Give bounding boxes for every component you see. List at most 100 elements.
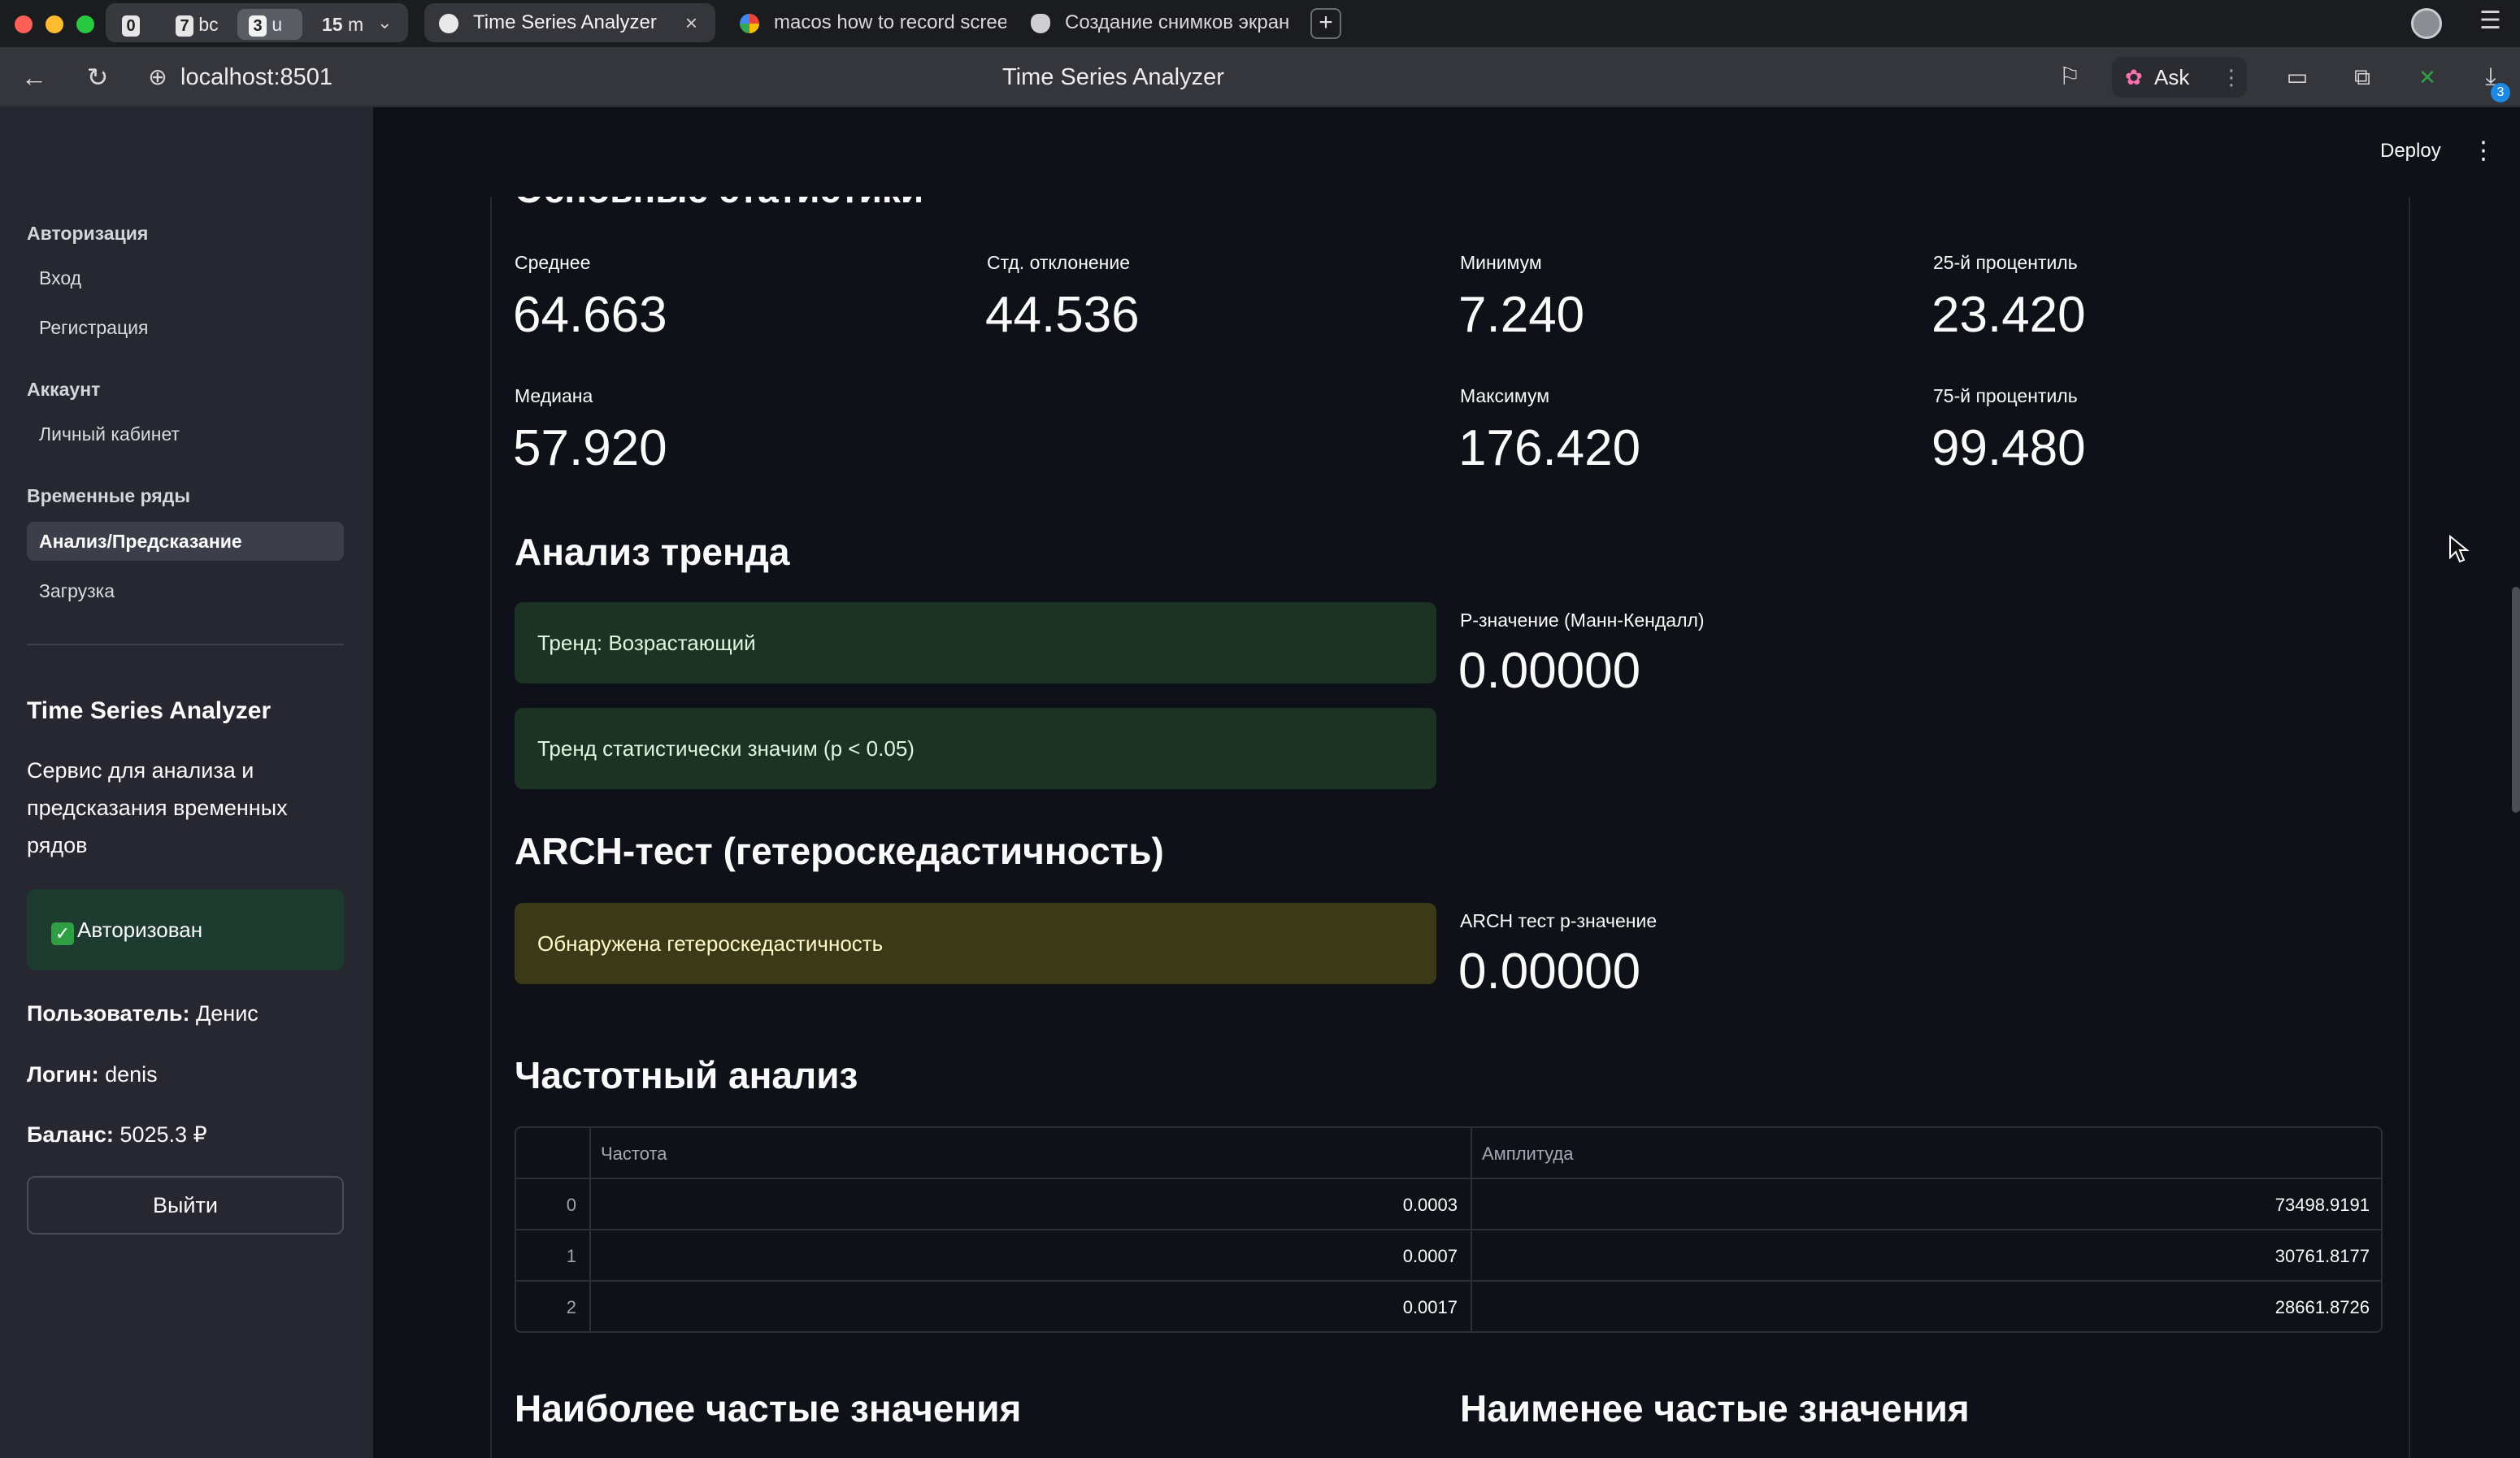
- trend-direction-alert: Тренд: Возрастающий: [515, 602, 1436, 683]
- assistant-icon: ✿: [2125, 65, 2143, 89]
- metric-p25-label: 25-й процентиль: [1933, 252, 2078, 273]
- zoom-window-button[interactable]: [76, 15, 94, 33]
- scrollbar-thumb[interactable]: [2512, 587, 2520, 813]
- battery-icon[interactable]: ▭: [2278, 47, 2317, 107]
- table-row[interactable]: 1 0.0007 30761.8177: [516, 1230, 2381, 1282]
- user-label: Пользователь:: [27, 1001, 190, 1026]
- user-value: Денис: [195, 1001, 259, 1026]
- nav-item-analysis[interactable]: Анализ/Предсказание: [27, 522, 344, 561]
- site-info-icon[interactable]: ⊕: [140, 47, 176, 107]
- amplitude-cell[interactable]: 30761.8177: [1472, 1230, 2381, 1282]
- login-value: denis: [105, 1062, 158, 1087]
- amplitude-cell[interactable]: 73498.9191: [1472, 1179, 2381, 1230]
- frequency-cell[interactable]: 0.0007: [591, 1230, 1472, 1282]
- nav-section-account: Аккаунт: [27, 379, 101, 400]
- back-arrow-icon[interactable]: ←: [15, 47, 54, 107]
- sidebar-app-description: Сервис для анализа и предсказания времен…: [27, 758, 288, 857]
- auth-status-text: Авторизован: [77, 918, 203, 942]
- browser-tab-bar: 0 7 bc 3 u 15 m ⌄ Time Series Analyzer ×…: [0, 0, 2520, 47]
- tab-label: macos how to record scree: [774, 11, 1006, 33]
- close-tab-icon[interactable]: ×: [685, 3, 697, 42]
- more-vertical-icon[interactable]: ⋮: [2221, 57, 2242, 98]
- minimize-window-button[interactable]: [46, 15, 63, 33]
- nav-item-upload[interactable]: Загрузка: [27, 571, 344, 610]
- tab-apple-support[interactable]: Создание снимков экран: [1016, 3, 1297, 42]
- trend-heading: Анализ тренда: [515, 531, 790, 573]
- row-index: 0: [516, 1179, 591, 1230]
- frequency-table[interactable]: # Частота Амплитуда 0 0.0003 73498.9191 …: [515, 1126, 2383, 1333]
- arch-pvalue-value: 0.00000: [1458, 944, 1641, 1000]
- tab-group-2[interactable]: 3 u: [237, 9, 302, 40]
- trend-pvalue-label: P-значение (Манн-Кендалл): [1460, 610, 1705, 631]
- nav-item-register[interactable]: Регистрация: [27, 308, 344, 347]
- check-icon: ✓: [51, 922, 74, 945]
- profile-avatar[interactable]: [2411, 8, 2442, 39]
- metric-p25-value: 23.420: [1931, 287, 2086, 343]
- extensions-icon[interactable]: ⧉: [2343, 47, 2382, 107]
- balance-value: 5025.3 ₽: [119, 1122, 207, 1147]
- reload-icon[interactable]: ↻: [78, 47, 117, 107]
- amplitude-cell[interactable]: 28661.8726: [1472, 1282, 2381, 1331]
- arch-heading: ARCH-тест (гетероскедастичность): [515, 830, 1164, 872]
- table-row[interactable]: 0 0.0003 73498.9191: [516, 1179, 2381, 1230]
- new-tab-button[interactable]: +: [1310, 8, 1341, 39]
- column-header-amplitude[interactable]: Амплитуда: [1472, 1128, 2381, 1179]
- sidebar-toggle-icon[interactable]: ☰: [2479, 7, 2501, 35]
- frequency-heading: Частотный анализ: [515, 1054, 858, 1096]
- logout-button[interactable]: Выйти: [27, 1176, 344, 1235]
- app-sidebar: Авторизация Вход Регистрация Аккаунт Лич…: [0, 107, 373, 1458]
- address-bar[interactable]: localhost:8501: [180, 47, 332, 107]
- frequency-cell[interactable]: 0.0017: [591, 1282, 1472, 1331]
- nav-item-profile[interactable]: Личный кабинет: [27, 414, 344, 453]
- nav-item-login[interactable]: Вход: [27, 258, 344, 297]
- ask-assistant-button[interactable]: ✿ Ask ⋮: [2112, 57, 2247, 98]
- nav-section-timeseries: Временные ряды: [27, 485, 190, 506]
- heteroskedasticity-alert: Обнаружена гетероскедастичность: [515, 903, 1436, 984]
- user-login-row: Логин: denis: [27, 1062, 158, 1087]
- balance-label: Баланс:: [27, 1122, 114, 1147]
- metric-median-value: 57.920: [513, 420, 667, 476]
- tab-group-label: u: [272, 14, 283, 35]
- streamlit-favicon-icon: [439, 14, 458, 33]
- nav-section-auth: Авторизация: [27, 223, 149, 244]
- row-index: 2: [516, 1282, 591, 1331]
- metric-max-value: 176.420: [1458, 420, 1641, 476]
- mouse-cursor-icon: [2449, 535, 2470, 563]
- tab-time-series-analyzer[interactable]: Time Series Analyzer ×: [424, 3, 715, 42]
- tab-group-count: 3: [249, 15, 267, 37]
- user-balance-row: Баланс: 5025.3 ₽: [27, 1122, 207, 1148]
- metric-max-label: Максимум: [1460, 385, 1550, 406]
- downloads-badge: 3: [2491, 83, 2510, 102]
- row-index: 1: [516, 1230, 591, 1282]
- page-title-display: Time Series Analyzer: [1002, 64, 1224, 90]
- metric-std-value: 44.536: [985, 287, 1140, 343]
- user-name-row: Пользователь: Денис: [27, 1001, 259, 1026]
- bookmark-icon[interactable]: ⚐: [2053, 47, 2086, 107]
- metric-min-label: Минимум: [1460, 252, 1542, 273]
- tab-group-0[interactable]: 0: [111, 9, 156, 40]
- metric-p75-value: 99.480: [1931, 420, 2086, 476]
- column-header-frequency[interactable]: Частота: [591, 1128, 1472, 1179]
- trend-pvalue-value: 0.00000: [1458, 643, 1641, 699]
- tab-group-3[interactable]: 15 m: [311, 9, 369, 40]
- tab-group-count: 15: [322, 14, 343, 35]
- main-menu-icon[interactable]: ⋮: [2471, 139, 2496, 163]
- tab-label: Time Series Analyzer: [473, 11, 657, 33]
- metric-std-label: Стд. отклонение: [987, 252, 1131, 273]
- deploy-button[interactable]: Deploy: [2380, 140, 2441, 163]
- table-row[interactable]: 2 0.0017 28661.8726: [516, 1282, 2381, 1331]
- tab-google-search[interactable]: macos how to record scree: [725, 3, 1006, 42]
- frequency-cell[interactable]: 0.0003: [591, 1179, 1472, 1230]
- tab-group-label: m: [347, 14, 364, 35]
- close-window-button[interactable]: [15, 15, 33, 33]
- excel-extension-icon[interactable]: ✕: [2408, 47, 2447, 107]
- chevron-down-icon[interactable]: ⌄: [377, 3, 392, 42]
- metric-median-label: Медиана: [515, 385, 593, 406]
- tab-label: Создание снимков экран: [1065, 11, 1290, 33]
- table-header-row: # Частота Амплитуда: [516, 1128, 2381, 1179]
- google-favicon-icon: [740, 14, 759, 33]
- tab-group-1[interactable]: 7 bc: [164, 9, 229, 40]
- tab-group-count: 0: [122, 15, 140, 37]
- tab-group-label: bc: [198, 14, 219, 35]
- metric-min-value: 7.240: [1458, 287, 1585, 343]
